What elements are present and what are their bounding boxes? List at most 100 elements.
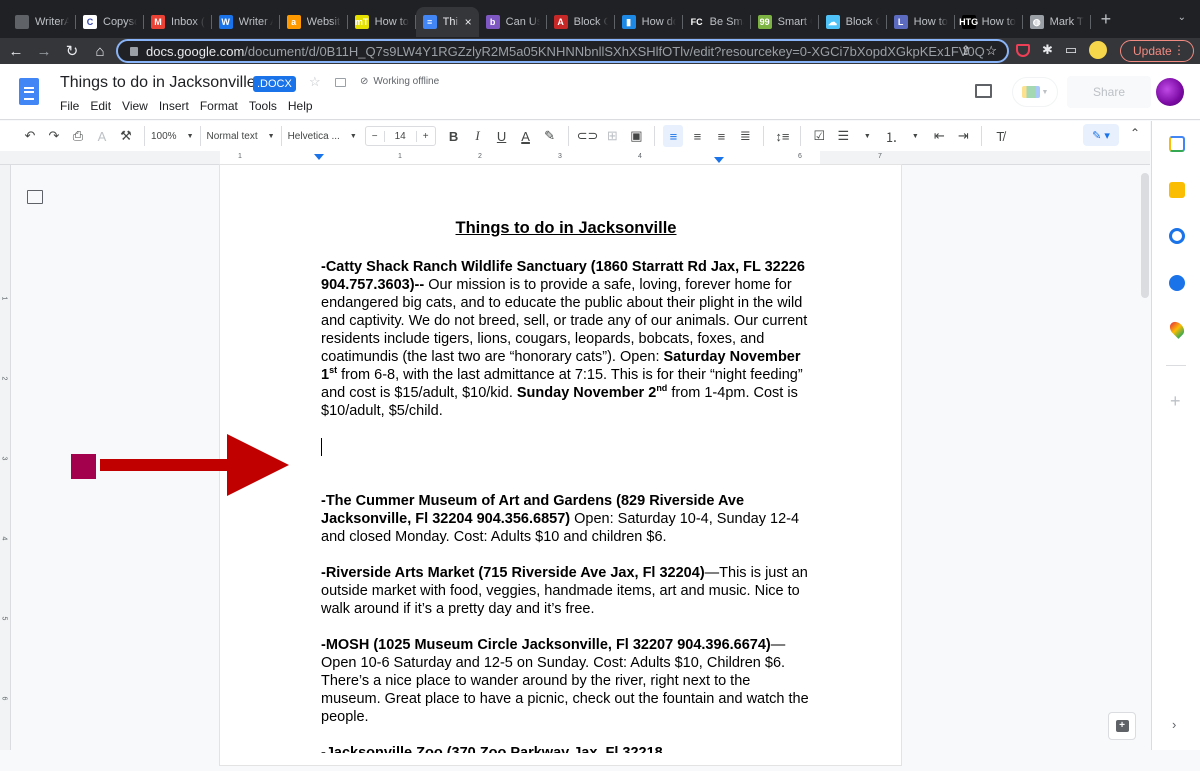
browser-tab[interactable]: b Can Us <box>479 7 547 37</box>
menu-tools[interactable]: Tools <box>249 99 277 113</box>
caret-down-icon[interactable]: ▼ <box>905 125 925 147</box>
browser-toolbar: ← → ↻ ⌂ docs.google.com/document/d/0B11H… <box>0 38 1200 64</box>
editing-mode-button[interactable]: ✎ ▾ <box>1083 124 1119 146</box>
align-left-icon[interactable]: ≡ <box>663 125 684 147</box>
add-addon-icon[interactable]: + <box>1170 391 1181 412</box>
bold-icon[interactable]: B <box>444 125 464 147</box>
decrease-indent-icon[interactable]: ⇤ <box>929 125 949 147</box>
tab-search-icon[interactable]: ⌄ <box>1178 12 1186 23</box>
vertical-ruler[interactable]: 1 2 3 4 5 6 <box>0 165 11 750</box>
numbered-list-icon[interactable]: ⒈ <box>881 125 901 147</box>
home-button[interactable]: ⌂ <box>88 43 112 60</box>
browser-tab[interactable]: WriterA <box>8 7 76 37</box>
google-docs-icon: ≡ <box>422 15 437 29</box>
account-avatar[interactable] <box>1156 78 1184 106</box>
reload-button[interactable]: ↻ <box>60 42 84 60</box>
document-title[interactable]: Things to do in Jacksonville <box>60 74 256 92</box>
browser-tab[interactable]: a Website <box>280 7 348 37</box>
move-folder-icon[interactable] <box>335 78 346 87</box>
bulleted-list-icon[interactable]: ☰ <box>833 125 853 147</box>
share-button[interactable]: Share <box>1067 76 1151 108</box>
browser-tab[interactable]: C Copysc <box>76 7 144 37</box>
font-dropdown[interactable]: Helvetica ... ▼ <box>288 131 357 142</box>
align-center-icon[interactable]: ≡ <box>687 125 707 147</box>
google-docs-logo-icon[interactable] <box>19 78 39 105</box>
browser-tab[interactable]: HTG How to <box>955 7 1023 37</box>
cast-icon[interactable]: ▭ <box>1065 42 1077 58</box>
bookmark-star-icon[interactable]: ☆ <box>985 43 997 59</box>
print-icon[interactable]: ⎙ <box>68 125 88 147</box>
share-page-icon[interactable]: ⇪ <box>960 43 971 59</box>
meet-button[interactable]: ▼ <box>1012 77 1058 107</box>
underline-icon[interactable]: U <box>492 125 512 147</box>
browser-tab[interactable]: mT How to <box>348 7 416 37</box>
spellcheck-icon[interactable]: A <box>92 125 112 147</box>
menu-view[interactable]: View <box>122 99 148 113</box>
document-page[interactable]: Things to do in Jacksonville -Catty Shac… <box>220 165 901 765</box>
contacts-icon[interactable] <box>1169 275 1185 291</box>
align-right-icon[interactable]: ≡ <box>711 125 731 147</box>
maps-icon[interactable] <box>1167 319 1187 339</box>
font-size-input[interactable]: 14 <box>383 130 417 142</box>
new-tab-button[interactable]: + <box>1101 9 1112 30</box>
browser-tab[interactable]: ▮ How do <box>615 7 683 37</box>
pocket-extension-icon[interactable] <box>1016 43 1030 57</box>
caret-down-icon[interactable]: ▼ <box>857 125 877 147</box>
add-comment-icon[interactable]: ⊞ <box>602 125 622 147</box>
highlight-icon[interactable]: ✎ <box>540 125 560 147</box>
address-bar[interactable]: docs.google.com/document/d/0B11H_Q7s9LW4… <box>116 39 1009 63</box>
browser-tab[interactable]: FC Be Sma <box>683 7 751 37</box>
calendar-icon[interactable] <box>1169 136 1185 152</box>
browser-tab[interactable]: ◍ Mark T <box>1023 7 1091 37</box>
decrease-font-size-button[interactable]: − <box>366 131 384 142</box>
line-spacing-icon[interactable]: ↕≡ <box>772 125 792 147</box>
browser-tab[interactable]: ☁ Block C <box>819 7 887 37</box>
offline-status[interactable]: ⊘ Working offline <box>360 76 439 87</box>
italic-icon[interactable]: I <box>468 125 488 147</box>
clear-formatting-icon[interactable]: T̸ <box>990 125 1010 147</box>
text-color-icon[interactable]: A <box>516 125 536 147</box>
style-dropdown[interactable]: Normal text ▼ <box>207 131 275 142</box>
tasks-icon[interactable] <box>1169 228 1185 244</box>
more-menu-icon[interactable]: ⋮ <box>1173 43 1185 57</box>
explore-button[interactable]: + <box>1108 712 1136 740</box>
increase-font-size-button[interactable]: + <box>417 131 435 142</box>
justify-icon[interactable]: ≣ <box>735 125 755 147</box>
document-outline-icon[interactable] <box>27 190 43 204</box>
document-body[interactable]: Things to do in Jacksonville -Catty Shac… <box>321 219 811 771</box>
keep-icon[interactable] <box>1169 182 1185 198</box>
browser-tab[interactable]: 99 Smart C <box>751 7 819 37</box>
extensions-puzzle-icon[interactable]: ✱ <box>1042 42 1053 58</box>
left-indent-marker[interactable] <box>314 154 324 160</box>
menu-format[interactable]: Format <box>200 99 238 113</box>
link-icon[interactable]: ⊂⊃ <box>577 125 599 147</box>
redo-icon[interactable]: ↷ <box>44 125 64 147</box>
update-button[interactable]: Update ⋮ <box>1120 40 1194 62</box>
browser-tab[interactable]: L How to <box>887 7 955 37</box>
menu-edit[interactable]: Edit <box>90 99 111 113</box>
collapse-toolbar-icon[interactable]: ⌃ <box>1130 126 1140 140</box>
horizontal-ruler[interactable]: 1 1 2 3 4 6 7 <box>0 151 1150 165</box>
vertical-scrollbar[interactable] <box>1141 173 1149 298</box>
expand-panel-icon[interactable]: › <box>1172 717 1176 732</box>
menu-file[interactable]: File <box>60 99 79 113</box>
browser-tab[interactable]: A Block C <box>547 7 615 37</box>
star-icon[interactable]: ☆ <box>309 74 321 90</box>
close-tab-icon[interactable]: × <box>465 15 472 29</box>
back-button[interactable]: ← <box>4 43 28 60</box>
comment-history-icon[interactable] <box>975 84 992 98</box>
insert-image-icon[interactable]: ▣ <box>626 125 646 147</box>
profile-avatar[interactable] <box>1089 41 1108 59</box>
undo-icon[interactable]: ↶ <box>20 125 40 147</box>
menu-help[interactable]: Help <box>288 99 313 113</box>
right-indent-marker[interactable] <box>714 157 724 163</box>
forward-button[interactable]: → <box>32 43 56 60</box>
menu-insert[interactable]: Insert <box>159 99 189 113</box>
browser-tab[interactable]: W Writer A <box>212 7 280 37</box>
checklist-icon[interactable]: ☑ <box>809 125 829 147</box>
increase-indent-icon[interactable]: ⇥ <box>953 125 973 147</box>
paint-format-icon[interactable]: ⚒ <box>116 125 136 147</box>
browser-tab[interactable]: M Inbox ( <box>144 7 212 37</box>
zoom-dropdown[interactable]: 100% ▼ <box>151 131 194 142</box>
browser-tab[interactable]: ≡ Thir × <box>415 7 479 37</box>
